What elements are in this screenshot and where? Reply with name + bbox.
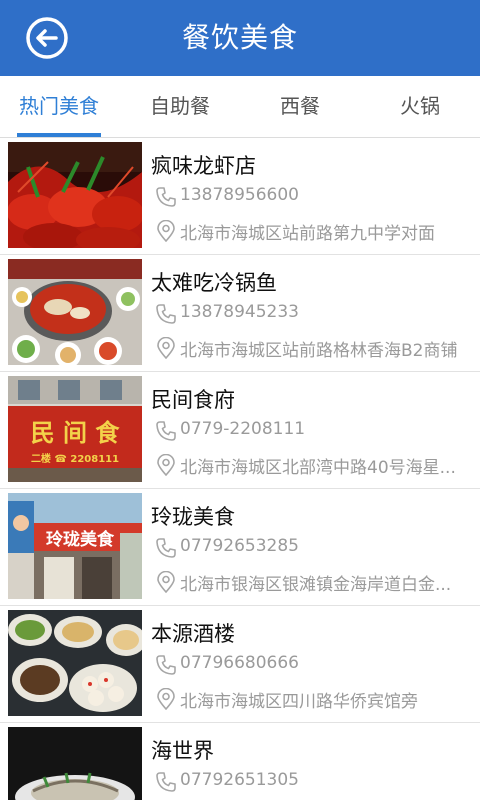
phone-number: 0779-2208111 bbox=[180, 419, 306, 439]
address-text: 北海市海城区站前路格林香海B2商铺 bbox=[180, 341, 458, 361]
phone-icon bbox=[156, 187, 176, 207]
location-pin-icon bbox=[157, 454, 175, 476]
address-text: 北海市银海区银滩镇金海岸道白金... bbox=[180, 575, 452, 595]
list-item[interactable]: 本源酒楼 07796680666 北海市海城区四川路华侨宾馆旁 bbox=[0, 606, 480, 723]
phone-icon bbox=[156, 304, 176, 324]
active-tab-indicator bbox=[17, 133, 101, 137]
phone-row[interactable]: 13878956600 bbox=[155, 184, 473, 210]
app-header: 餐饮美食 bbox=[0, 0, 480, 76]
address-row: 北海市海城区四川路华侨宾馆旁 bbox=[155, 686, 473, 712]
list-item[interactable]: 太难吃冷锅鱼 13878945233 北海市海城区站前路格林香海B2商铺 bbox=[0, 255, 480, 372]
phone-number: 07796680666 bbox=[180, 653, 299, 673]
phone-row[interactable]: 0779-2208111 bbox=[155, 418, 473, 444]
phone-icon bbox=[156, 655, 176, 675]
restaurant-photo: 玲珑美食 bbox=[8, 493, 142, 599]
restaurant-photo: 民 间 食 二楼 ☎ 2208111 bbox=[8, 376, 142, 482]
list-item[interactable]: 疯味龙虾店 13878956600 北海市海城区站前路第九中学对面 bbox=[0, 138, 480, 255]
address-text: 北海市海城区北部湾中路40号海星... bbox=[180, 458, 456, 478]
phone-icon bbox=[156, 421, 176, 441]
page-title: 餐饮美食 bbox=[181, 21, 298, 54]
shop-sign-text: 玲珑美食 bbox=[46, 529, 115, 550]
restaurant-name: 民间食府 bbox=[151, 388, 235, 412]
tab-hot-food[interactable]: 热门美食 bbox=[0, 76, 118, 138]
address-row: 北海市海城区站前路格林香海B2商铺 bbox=[155, 335, 473, 361]
restaurant-photo bbox=[8, 259, 142, 365]
list-item[interactable]: 玲珑美食 玲珑美食 07792653285 北海市银海区银滩镇金海岸道白金... bbox=[0, 489, 480, 606]
shop-sign-text: 民 间 食 bbox=[31, 419, 121, 447]
phone-number: 07792653285 bbox=[180, 536, 299, 556]
location-pin-icon bbox=[157, 571, 175, 593]
address-text: 北海市海城区站前路第九中学对面 bbox=[180, 224, 435, 244]
category-tabs: 热门美食 自助餐 西餐 火锅 bbox=[0, 76, 480, 138]
phone-row[interactable]: 07792653285 bbox=[155, 535, 473, 561]
tab-western[interactable]: 西餐 bbox=[240, 76, 360, 138]
phone-row[interactable]: 07792651305 bbox=[155, 769, 473, 795]
phone-number: 13878956600 bbox=[180, 185, 299, 205]
restaurant-name: 太难吃冷锅鱼 bbox=[151, 271, 277, 295]
address-row: 北海市银海区银滩镇金海岸道白金... bbox=[155, 569, 473, 595]
list-item[interactable]: 海世界 07792651305 bbox=[0, 723, 480, 800]
phone-number: 13878945233 bbox=[180, 302, 299, 322]
address-row: 北海市海城区站前路第九中学对面 bbox=[155, 218, 473, 244]
location-pin-icon bbox=[157, 688, 175, 710]
restaurant-name: 本源酒楼 bbox=[151, 622, 235, 646]
restaurant-list[interactable]: 疯味龙虾店 13878956600 北海市海城区站前路第九中学对面 太难吃冷锅鱼… bbox=[0, 138, 480, 800]
phone-icon bbox=[156, 538, 176, 558]
location-pin-icon bbox=[157, 337, 175, 359]
phone-row[interactable]: 13878945233 bbox=[155, 301, 473, 327]
phone-number: 07792651305 bbox=[180, 770, 299, 790]
list-item[interactable]: 民 间 食 二楼 ☎ 2208111 民间食府 0779-2208111 北海市… bbox=[0, 372, 480, 489]
phone-icon bbox=[156, 772, 176, 792]
restaurant-photo bbox=[8, 727, 142, 800]
restaurant-name: 疯味龙虾店 bbox=[151, 154, 256, 178]
address-text: 北海市海城区四川路华侨宾馆旁 bbox=[180, 692, 418, 712]
phone-row[interactable]: 07796680666 bbox=[155, 652, 473, 678]
restaurant-photo bbox=[8, 610, 142, 716]
restaurant-name: 海世界 bbox=[151, 739, 214, 763]
shop-sign-subtext: 二楼 ☎ 2208111 bbox=[31, 452, 119, 465]
tab-buffet[interactable]: 自助餐 bbox=[120, 76, 240, 138]
location-pin-icon bbox=[157, 220, 175, 242]
restaurant-name: 玲珑美食 bbox=[151, 505, 235, 529]
restaurant-photo bbox=[8, 142, 142, 248]
tab-hotpot[interactable]: 火锅 bbox=[360, 76, 480, 138]
address-row: 北海市海城区北部湾中路40号海星... bbox=[155, 452, 473, 478]
